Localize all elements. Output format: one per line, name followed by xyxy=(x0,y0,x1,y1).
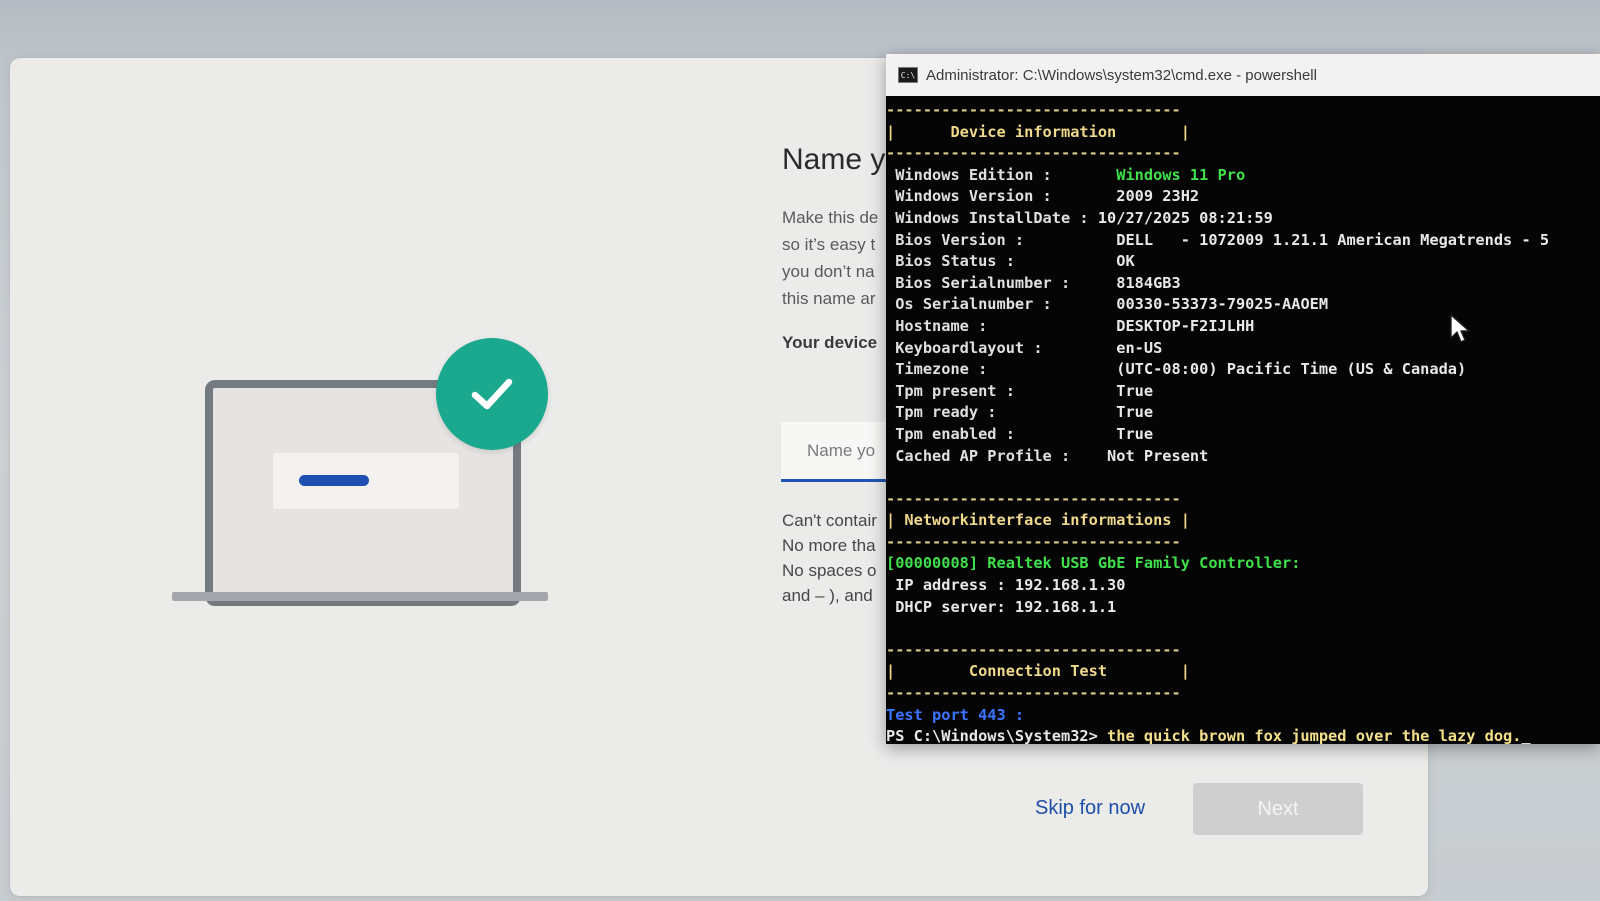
cmd-icon: C:\ xyxy=(898,67,918,83)
device-info-key: Timezone : xyxy=(886,360,1117,379)
device-info-value: 8184GB3 xyxy=(1116,273,1181,292)
test-port-line: Test port 443 : xyxy=(886,705,1025,724)
name-bar-graphic xyxy=(299,475,369,486)
device-info-row: Hostname : DESKTOP-F2IJLHH xyxy=(886,316,1600,338)
device-info-row: Windows InstallDate : 10/27/2025 08:21:5… xyxy=(886,208,1600,230)
separator-line: -------------------------------- xyxy=(886,101,1181,119)
console-output[interactable]: -------------------------------- | Devic… xyxy=(886,96,1600,744)
name-box-graphic xyxy=(273,453,459,509)
device-info-value: DESKTOP-F2IJLHH xyxy=(1116,316,1255,335)
device-info-value: OK xyxy=(1116,252,1135,271)
device-info-row: Windows Version : 2009 23H2 xyxy=(886,186,1600,208)
device-info-key: Bios Version : xyxy=(886,230,1117,249)
section-header-network: | Networkinterface informations | xyxy=(886,511,1190,530)
device-info-row: Tpm ready : True xyxy=(886,402,1600,424)
device-info-value: 10/27/2025 08:21:59 xyxy=(1097,208,1273,227)
device-info-row: Timezone : (UTC-08:00) Pacific Time (US … xyxy=(886,359,1600,381)
device-info-value: True xyxy=(1116,424,1154,443)
text-cursor: _ xyxy=(1521,727,1531,744)
mouse-pointer-icon xyxy=(1450,314,1470,343)
device-info-key: Bios Serialnumber : xyxy=(886,273,1117,292)
separator-line: -------------------------------- xyxy=(886,640,1181,659)
device-info-key: Tpm enabled : xyxy=(886,424,1117,443)
separator-line: -------------------------------- xyxy=(886,532,1181,551)
device-info-value: (UTC-08:00) Pacific Time (US & Canada) xyxy=(1116,360,1467,379)
device-info-row: Windows Edition : Windows 11 Pro xyxy=(886,165,1600,187)
device-info-row: Os Serialnumber : 00330-53373-79025-AAOE… xyxy=(886,294,1600,316)
laptop-illustration xyxy=(172,336,552,606)
device-info-value: DELL - 1072009 1.21.1 American Megatrend… xyxy=(1116,230,1550,249)
device-info-key: Windows Edition : xyxy=(886,165,1117,184)
dhcp-server-line: DHCP server: 192.168.1.1 xyxy=(886,597,1117,616)
section-header-device: | Device information | xyxy=(886,122,1190,141)
device-info-value: en-US xyxy=(1116,338,1163,357)
page-title: Name y xyxy=(782,143,886,176)
device-info-value: 00330-53373-79025-AAOEM xyxy=(1116,295,1329,314)
device-info-value: Not Present xyxy=(1107,446,1209,465)
device-info-key: Os Serialnumber : xyxy=(886,295,1117,314)
device-info-row: Cached AP Profile : Not Present xyxy=(886,446,1600,468)
device-info-row: Tpm enabled : True xyxy=(886,424,1600,446)
device-info-row: Bios Status : OK xyxy=(886,251,1600,273)
section-header-connection: | Connection Test | xyxy=(886,662,1190,681)
device-info-key: Windows Version : xyxy=(886,187,1117,206)
device-info-row: Bios Serialnumber : 8184GB3 xyxy=(886,273,1600,295)
device-info-value: True xyxy=(1116,403,1154,422)
console-title: Administrator: C:\Windows\system32\cmd.e… xyxy=(926,66,1317,84)
device-info-key: Hostname : xyxy=(886,316,1117,335)
console-window[interactable]: C:\ Administrator: C:\Windows\system32\c… xyxy=(886,54,1600,744)
device-info-key: Cached AP Profile : xyxy=(886,446,1108,465)
checkmark-icon xyxy=(436,338,548,450)
device-info-key: Keyboardlayout : xyxy=(886,338,1117,357)
device-info-list: Windows Edition : Windows 11 Pro Windows… xyxy=(886,165,1600,467)
prompt-line[interactable]: PS C:\Windows\System32> the quick brown … xyxy=(886,726,1600,744)
device-info-key: Windows InstallDate : xyxy=(886,208,1098,227)
laptop-base xyxy=(172,592,548,601)
device-info-row: Keyboardlayout : en-US xyxy=(886,338,1600,360)
device-info-key: Tpm present : xyxy=(886,381,1117,400)
device-info-value: Windows 11 Pro xyxy=(1116,165,1246,184)
console-titlebar[interactable]: C:\ Administrator: C:\Windows\system32\c… xyxy=(886,54,1600,96)
device-info-key: Tpm ready : xyxy=(886,403,1117,422)
device-name-label: Your device xyxy=(782,333,878,352)
separator-line: -------------------------------- xyxy=(886,489,1181,508)
device-info-row: Bios Version : DELL - 1072009 1.21.1 Ame… xyxy=(886,230,1600,252)
prompt-text: PS C:\Windows\System32> xyxy=(886,727,1108,744)
separator-line: -------------------------------- xyxy=(886,144,1181,163)
network-adapter-line: [00000008] Realtek USB GbE Family Contro… xyxy=(886,554,1301,573)
device-info-value: True xyxy=(1116,381,1154,400)
next-button[interactable]: Next xyxy=(1193,783,1363,835)
separator-line: -------------------------------- xyxy=(886,684,1181,703)
skip-for-now-link[interactable]: Skip for now xyxy=(1035,797,1145,820)
device-info-value: 2009 23H2 xyxy=(1116,187,1200,206)
device-info-row: Tpm present : True xyxy=(886,381,1600,403)
ip-address-line: IP address : 192.168.1.30 xyxy=(886,576,1126,595)
typed-command: the quick brown fox jumped over the lazy… xyxy=(1107,727,1522,744)
device-info-key: Bios Status : xyxy=(886,252,1117,271)
